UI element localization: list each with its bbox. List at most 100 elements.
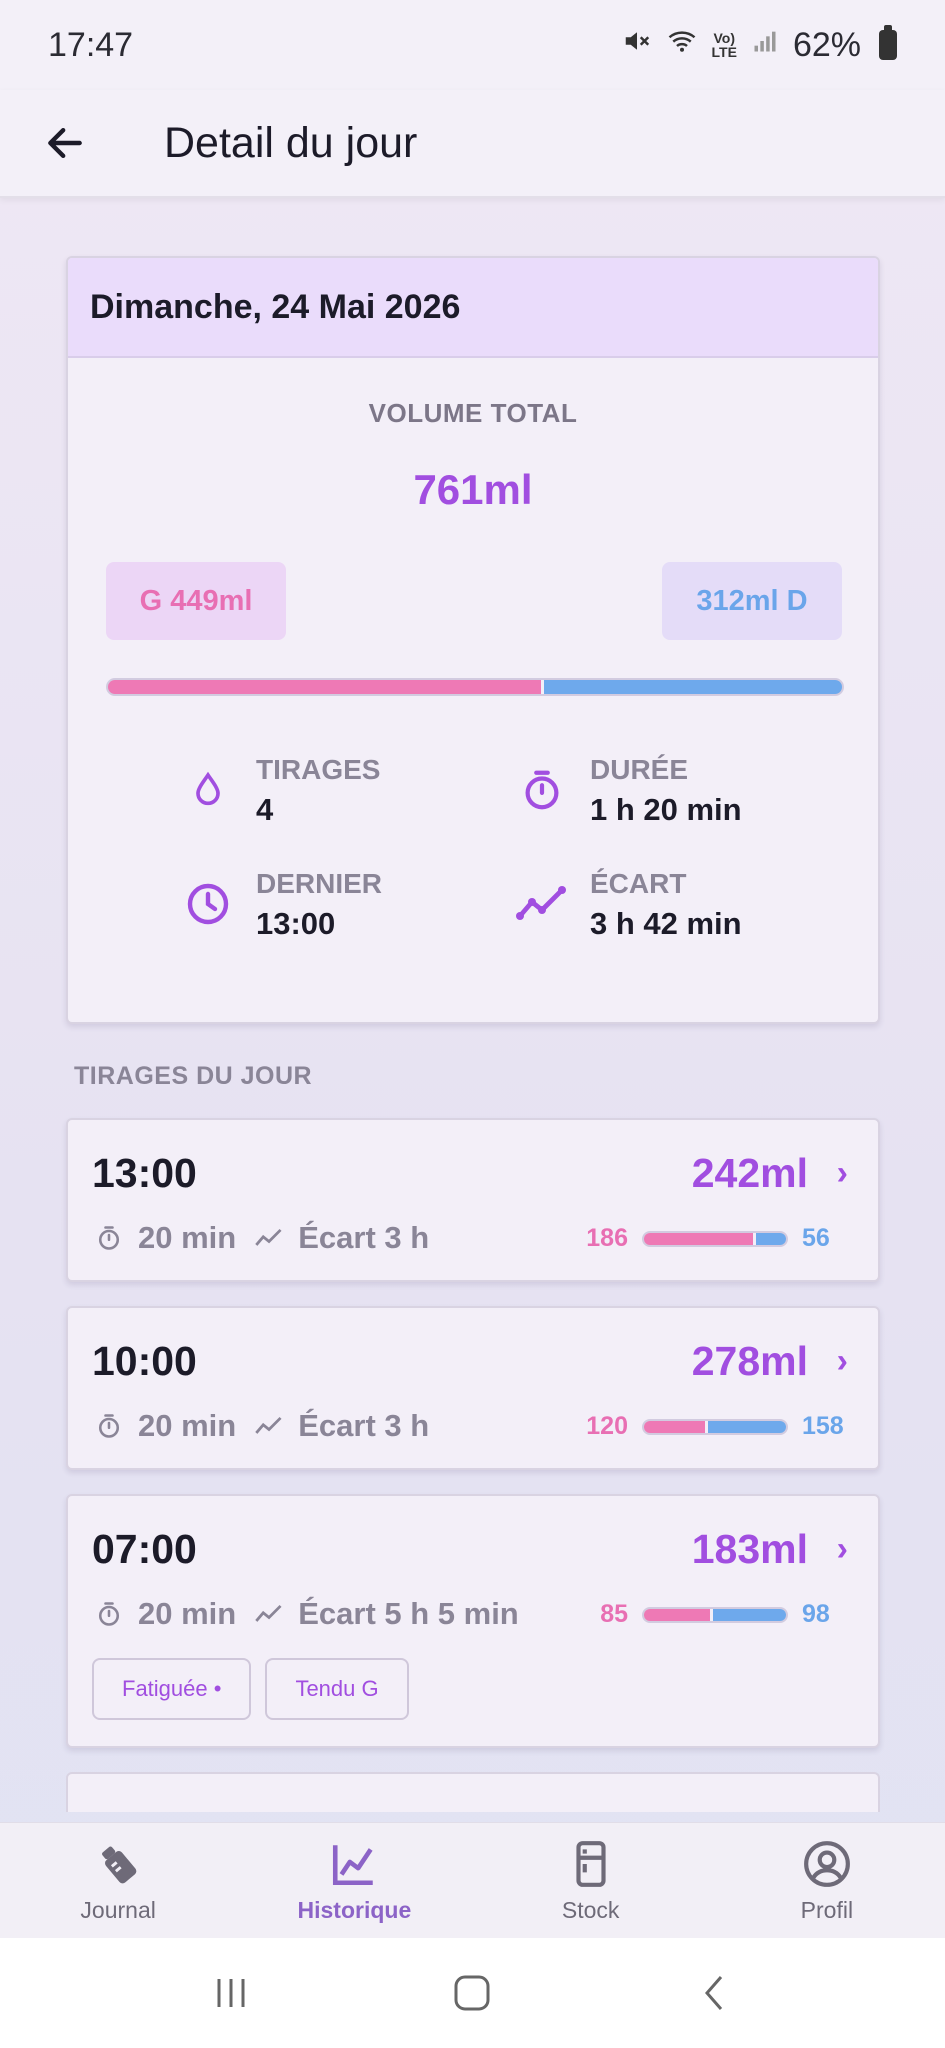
chart-icon bbox=[327, 1837, 381, 1891]
battery-percent: 62% bbox=[792, 25, 861, 64]
nav-item-profil[interactable]: Profil bbox=[709, 1823, 945, 1938]
nav-item-journal[interactable]: Journal bbox=[0, 1823, 236, 1938]
clock-icon bbox=[178, 874, 238, 934]
fridge-icon bbox=[564, 1837, 618, 1891]
timer-icon bbox=[512, 760, 572, 820]
wifi-icon bbox=[666, 26, 698, 64]
session-meta: 20 min Écart 3 h bbox=[92, 1408, 445, 1444]
page-title: Detail du jour bbox=[164, 118, 418, 167]
trend-icon bbox=[512, 874, 572, 934]
app-bar: Detail du jour bbox=[0, 90, 945, 198]
session-gap: Écart 5 h 5 min bbox=[298, 1596, 519, 1631]
stat-dernier: DERNIER 13:00 bbox=[178, 868, 382, 942]
session-meta: 20 min Écart 3 h bbox=[92, 1220, 445, 1256]
session-tags: Fatiguée • Tendu G bbox=[92, 1658, 409, 1720]
split-bar-right bbox=[709, 1608, 786, 1621]
session-split: 85 98 bbox=[568, 1600, 858, 1629]
timer-icon bbox=[92, 1409, 126, 1443]
session-left-value: 85 bbox=[600, 1600, 628, 1628]
bottom-navigation: Journal Historique Stock Profil bbox=[0, 1822, 945, 1938]
back-button[interactable] bbox=[30, 108, 100, 178]
day-date: Dimanche, 24 Mai 2026 bbox=[68, 258, 878, 358]
session-duration: 20 min bbox=[138, 1408, 237, 1443]
chevron-right-icon: › bbox=[836, 1342, 848, 1380]
nav-label: Stock bbox=[561, 1897, 620, 1923]
drop-icon bbox=[178, 760, 238, 820]
session-card-2[interactable]: 07:00 183ml › 20 min Écart 5 h 5 min 85 … bbox=[66, 1494, 880, 1748]
recents-button[interactable] bbox=[191, 1953, 271, 2033]
stat-duree-label: DURÉE bbox=[590, 754, 689, 785]
stat-ecart-value: 3 h 42 min bbox=[590, 906, 742, 941]
trend-icon bbox=[252, 1597, 286, 1631]
arrow-left-icon bbox=[48, 127, 82, 159]
chevron-left-icon bbox=[705, 1976, 723, 2010]
battery-icon bbox=[879, 25, 897, 60]
day-summary-card: Dimanche, 24 Mai 2026 VOLUME TOTAL 761ml… bbox=[66, 256, 880, 1024]
tag-chip[interactable]: Tendu G bbox=[265, 1658, 409, 1720]
split-bar-left bbox=[108, 680, 542, 694]
total-volume-label: VOLUME TOTAL bbox=[368, 398, 578, 428]
chevron-right-icon: › bbox=[836, 1530, 848, 1568]
left-right-split-bar bbox=[106, 678, 844, 696]
left-volume-chip: G 449ml bbox=[106, 562, 286, 640]
session-card-1[interactable]: 10:00 278ml › 20 min Écart 3 h 120 158 bbox=[66, 1306, 880, 1470]
split-bar-left bbox=[644, 1232, 754, 1245]
split-bar-left bbox=[644, 1420, 706, 1433]
session-split-bar bbox=[642, 1230, 788, 1247]
stat-ecart: ÉCART 3 h 42 min bbox=[512, 868, 742, 942]
stat-dernier-label: DERNIER bbox=[256, 868, 383, 899]
nav-label: Historique bbox=[297, 1897, 412, 1923]
session-duration: 20 min bbox=[138, 1220, 237, 1255]
session-volume: 183ml bbox=[691, 1526, 808, 1572]
session-right-value: 158 bbox=[802, 1412, 844, 1440]
bottle-icon bbox=[91, 1837, 145, 1891]
signal-icon bbox=[751, 27, 779, 63]
session-gap: Écart 3 h bbox=[298, 1220, 430, 1255]
recents-icon bbox=[217, 1979, 245, 2007]
session-split: 120 158 bbox=[568, 1412, 858, 1441]
status-icons: Vo) LTE 62% bbox=[622, 25, 897, 65]
split-bar-left bbox=[644, 1608, 710, 1621]
nav-item-stock[interactable]: Stock bbox=[473, 1823, 709, 1938]
system-navigation bbox=[0, 1938, 945, 2048]
session-split-bar bbox=[642, 1418, 788, 1435]
profile-icon bbox=[800, 1837, 854, 1891]
session-right-value: 56 bbox=[802, 1224, 830, 1252]
stat-dernier-value: 13:00 bbox=[256, 906, 336, 941]
total-volume-value: 761ml bbox=[413, 466, 533, 513]
nav-item-historique[interactable]: Historique bbox=[236, 1823, 472, 1938]
session-left-value: 186 bbox=[586, 1224, 628, 1252]
session-card-0[interactable]: 13:00 242ml › 20 min Écart 3 h 186 56 bbox=[66, 1118, 880, 1282]
stat-duree: DURÉE 1 h 20 min bbox=[512, 754, 742, 828]
stat-ecart-label: ÉCART bbox=[590, 868, 687, 899]
stat-tirages-value: 4 bbox=[256, 792, 274, 827]
split-bar-right bbox=[705, 1420, 786, 1433]
chevron-right-icon: › bbox=[836, 1154, 848, 1192]
trend-icon bbox=[252, 1409, 286, 1443]
session-split-bar bbox=[642, 1606, 788, 1623]
stat-duree-value: 1 h 20 min bbox=[590, 792, 742, 827]
status-bar: 17:47 Vo) LTE 62% bbox=[0, 0, 945, 90]
stat-tirages-label: TIRAGES bbox=[256, 754, 381, 785]
nav-label: Journal bbox=[80, 1897, 156, 1923]
session-right-value: 98 bbox=[802, 1600, 830, 1628]
tag-chip[interactable]: Fatiguée • bbox=[92, 1658, 252, 1720]
timer-icon bbox=[92, 1221, 126, 1255]
session-duration: 20 min bbox=[138, 1596, 237, 1631]
trend-icon bbox=[252, 1221, 286, 1255]
session-meta: 20 min Écart 5 h 5 min bbox=[92, 1596, 535, 1632]
right-volume-chip: 312ml D bbox=[662, 562, 842, 640]
home-button[interactable] bbox=[432, 1953, 512, 2033]
session-time: 13:00 bbox=[92, 1150, 197, 1196]
session-left-value: 120 bbox=[586, 1412, 628, 1440]
session-card-peek[interactable] bbox=[66, 1772, 880, 1812]
session-time: 10:00 bbox=[92, 1338, 197, 1384]
system-back-button[interactable] bbox=[674, 1953, 754, 2033]
session-volume: 278ml bbox=[691, 1338, 808, 1384]
split-bar-right bbox=[541, 680, 842, 694]
status-time: 17:47 bbox=[48, 25, 134, 64]
stat-tirages: TIRAGES 4 bbox=[178, 754, 380, 828]
session-volume: 242ml bbox=[691, 1150, 808, 1196]
home-icon bbox=[454, 1975, 490, 2011]
timer-icon bbox=[92, 1597, 126, 1631]
